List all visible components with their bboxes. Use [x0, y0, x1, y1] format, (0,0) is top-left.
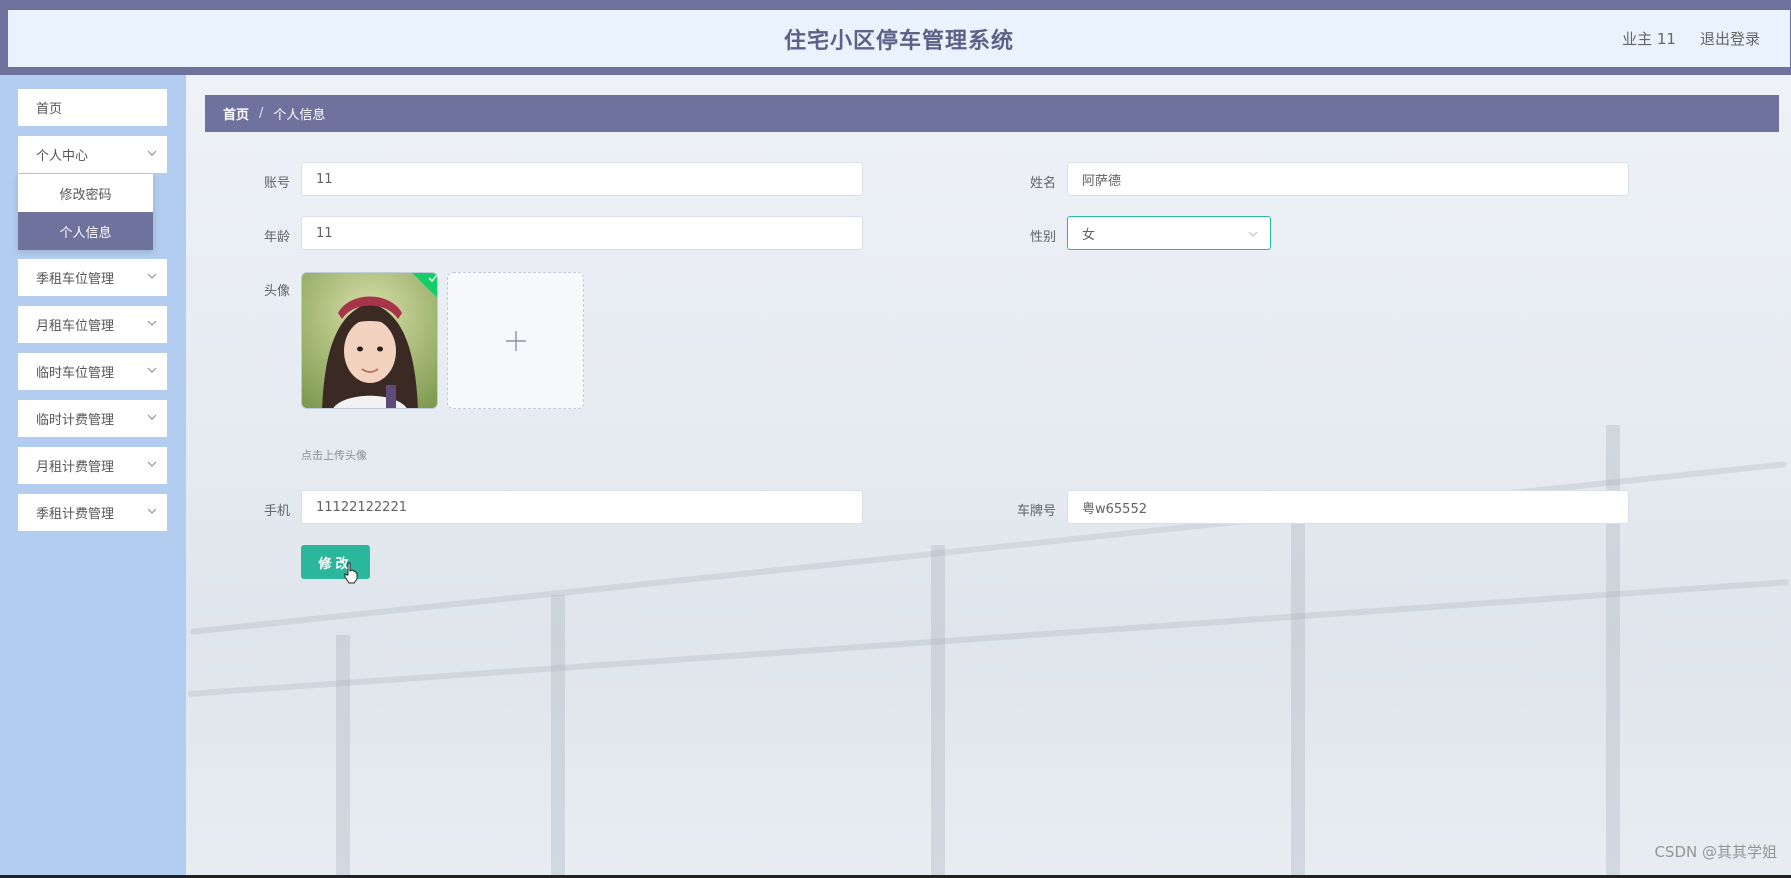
sidebar-item-label: 月租计费管理: [36, 460, 115, 475]
gender-selected-value: 女: [1082, 227, 1096, 243]
avatar-upload-button[interactable]: [447, 272, 584, 409]
submenu-item-change-password[interactable]: 修改密码: [18, 174, 153, 212]
top-header: 住宅小区停车管理系统 业主 11 退出登录: [8, 10, 1790, 67]
sidebar-item-label: 个人中心: [36, 149, 89, 164]
sidebar-item-label: 月租车位管理: [36, 319, 115, 334]
chevron-down-icon: [147, 367, 157, 373]
account-label: 账号: [263, 176, 290, 191]
phone-label: 手机: [263, 504, 290, 519]
header-user-area: 业主 11 退出登录: [1622, 10, 1760, 67]
sidebar-item-label: 季租计费管理: [36, 507, 115, 522]
sidebar-item-label: 首页: [36, 102, 63, 117]
check-icon: [428, 274, 437, 283]
sidebar: 首页 个人中心 修改密码 个人信息 季租车位管理 月租车位管理 临时车位管理 临…: [0, 75, 186, 878]
name-input[interactable]: [1067, 162, 1629, 196]
sidebar-item-temporary-billing[interactable]: 临时计费管理: [18, 400, 167, 437]
sidebar-item-monthly-spaces[interactable]: 月租车位管理: [18, 306, 167, 343]
breadcrumb-separator: /: [259, 106, 264, 121]
gender-select[interactable]: 女: [1067, 216, 1271, 250]
sidebar-item-label: 临时计费管理: [36, 413, 115, 428]
chevron-down-icon: [1248, 231, 1258, 237]
breadcrumb-current: 个人信息: [273, 108, 326, 123]
personal-center-submenu: 修改密码 个人信息: [18, 174, 153, 250]
submenu-item-personal-info[interactable]: 个人信息: [18, 212, 153, 250]
logout-link[interactable]: 退出登录: [1700, 28, 1760, 49]
background-decoration: [551, 595, 565, 878]
breadcrumb-home[interactable]: 首页: [223, 104, 249, 123]
submit-button[interactable]: 修改: [301, 545, 370, 579]
plate-input[interactable]: [1067, 490, 1629, 524]
plus-icon: [505, 330, 526, 351]
sidebar-item-personal-center[interactable]: 个人中心: [18, 136, 167, 173]
submenu-item-label: 修改密码: [59, 187, 112, 203]
age-input[interactable]: [301, 216, 863, 250]
sidebar-item-temporary-spaces[interactable]: 临时车位管理: [18, 353, 167, 390]
plate-label: 车牌号: [1016, 504, 1056, 519]
background-decoration: [1291, 495, 1305, 878]
account-input[interactable]: [301, 162, 863, 196]
current-user-label: 业主 11: [1622, 30, 1676, 48]
gender-label: 性别: [1029, 230, 1056, 245]
chevron-down-icon: [147, 461, 157, 467]
sidebar-item-monthly-billing[interactable]: 月租计费管理: [18, 447, 167, 484]
avatar-label: 头像: [263, 284, 290, 299]
submenu-item-label: 个人信息: [59, 225, 112, 241]
upload-hint: 点击上传头像: [301, 449, 367, 462]
background-decoration: [336, 635, 350, 878]
sidebar-item-quarterly-spaces[interactable]: 季租车位管理: [18, 259, 167, 296]
name-label: 姓名: [1029, 176, 1056, 191]
avatar-portrait-image: [302, 273, 437, 408]
chevron-down-icon: [147, 150, 157, 156]
age-label: 年龄: [263, 230, 290, 245]
chevron-down-icon: [147, 320, 157, 326]
sidebar-item-home[interactable]: 首页: [18, 89, 167, 126]
chevron-down-icon: [147, 273, 157, 279]
main-content: 首页 / 个人信息 账号 姓名 年龄 性别 女 头像: [186, 75, 1791, 878]
sidebar-item-quarterly-billing[interactable]: 季租计费管理: [18, 494, 167, 531]
chevron-down-icon: [147, 508, 157, 514]
phone-input[interactable]: [301, 490, 863, 524]
background-decoration: [187, 579, 1790, 697]
background-decoration: [931, 545, 945, 878]
chevron-down-icon: [147, 414, 157, 420]
watermark: CSDN @其其学姐: [1654, 843, 1777, 861]
sidebar-item-label: 季租车位管理: [36, 272, 115, 287]
hand-cursor-icon: [344, 562, 358, 584]
breadcrumb: 首页 / 个人信息: [205, 95, 1779, 132]
avatar-preview[interactable]: [301, 272, 438, 409]
sidebar-item-label: 临时车位管理: [36, 366, 115, 381]
app-title: 住宅小区停车管理系统: [783, 28, 1014, 54]
background-decoration: [190, 461, 1787, 635]
